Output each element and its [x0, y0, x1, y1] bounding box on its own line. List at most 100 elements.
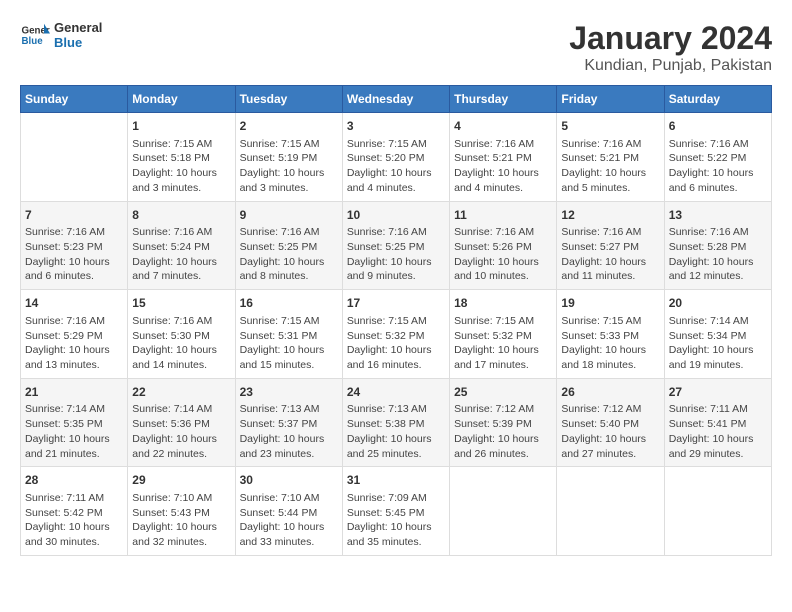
day-cell: 17 Sunrise: 7:15 AMSunset: 5:32 PMDayligh… — [342, 290, 449, 379]
day-cell: 18Sunrise: 7:15 AMSunset: 5:32 PMDayligh… — [450, 290, 557, 379]
header-cell-thursday: Thursday — [450, 86, 557, 113]
title-block: January 2024 Kundian, Punjab, Pakistan — [569, 20, 772, 75]
day-cell: 26Sunrise: 7:12 AMSunset: 5:40 PMDayligh… — [557, 378, 664, 467]
day-cell — [557, 467, 664, 556]
day-number: 28 — [25, 472, 123, 489]
day-cell — [450, 467, 557, 556]
day-info: Sunrise: 7:16 AMSunset: 5:25 PMDaylight:… — [240, 225, 338, 284]
day-number: 10 — [347, 207, 445, 224]
day-number: 1 — [132, 118, 230, 135]
day-info: Sunrise: 7:15 AMSunset: 5:31 PMDaylight:… — [240, 314, 338, 373]
header-cell-friday: Friday — [557, 86, 664, 113]
day-cell — [664, 467, 771, 556]
day-number: 17 — [347, 295, 445, 312]
day-number: 11 — [454, 207, 552, 224]
day-info: Sunrise: 7:11 AMSunset: 5:42 PMDaylight:… — [25, 491, 123, 550]
day-number: 30 — [240, 472, 338, 489]
day-cell: 4 Sunrise: 7:16 AMSunset: 5:21 PMDaylight… — [450, 113, 557, 202]
day-number: 7 — [25, 207, 123, 224]
day-cell: 14 Sunrise: 7:16 AMSunset: 5:29 PMDayligh… — [21, 290, 128, 379]
day-cell: 2Sunrise: 7:15 AMSunset: 5:19 PMDaylight… — [235, 113, 342, 202]
day-number: 13 — [669, 207, 767, 224]
day-number: 12 — [561, 207, 659, 224]
week-row-3: 14 Sunrise: 7:16 AMSunset: 5:29 PMDayligh… — [21, 290, 772, 379]
day-cell: 24Sunrise: 7:13 AMSunset: 5:38 PMDayligh… — [342, 378, 449, 467]
day-number: 23 — [240, 384, 338, 401]
day-info: Sunrise: 7:16 AMSunset: 5:21 PMDaylight:… — [454, 137, 552, 196]
day-number: 3 — [347, 118, 445, 135]
day-info: Sunrise: 7:16 AMSunset: 5:30 PMDaylight:… — [132, 314, 230, 373]
day-info: Sunrise: 7:13 AMSunset: 5:37 PMDaylight:… — [240, 402, 338, 461]
day-cell: 9Sunrise: 7:16 AMSunset: 5:25 PMDaylight… — [235, 201, 342, 290]
day-number: 21 — [25, 384, 123, 401]
day-number: 14 — [25, 295, 123, 312]
day-info: Sunrise: 7:14 AMSunset: 5:34 PMDaylight:… — [669, 314, 767, 373]
day-info: Sunrise: 7:10 AMSunset: 5:44 PMDaylight:… — [240, 491, 338, 550]
day-number: 25 — [454, 384, 552, 401]
day-cell: 13Sunrise: 7:16 AMSunset: 5:28 PMDayligh… — [664, 201, 771, 290]
day-cell: 28 Sunrise: 7:11 AMSunset: 5:42 PMDayligh… — [21, 467, 128, 556]
day-info: Sunrise: 7:16 AMSunset: 5:28 PMDaylight:… — [669, 225, 767, 284]
day-cell — [21, 113, 128, 202]
day-cell: 30 Sunrise: 7:10 AMSunset: 5:44 PMDayligh… — [235, 467, 342, 556]
day-cell: 7Sunrise: 7:16 AMSunset: 5:23 PMDaylight… — [21, 201, 128, 290]
page-title: January 2024 — [569, 20, 772, 57]
day-cell: 15 Sunrise: 7:16 AMSunset: 5:30 PMDayligh… — [128, 290, 235, 379]
day-info: Sunrise: 7:16 AMSunset: 5:29 PMDaylight:… — [25, 314, 123, 373]
day-number: 29 — [132, 472, 230, 489]
day-cell: 3Sunrise: 7:15 AMSunset: 5:20 PMDaylight… — [342, 113, 449, 202]
day-number: 15 — [132, 295, 230, 312]
day-cell: 23Sunrise: 7:13 AMSunset: 5:37 PMDayligh… — [235, 378, 342, 467]
header-cell-monday: Monday — [128, 86, 235, 113]
day-cell: 31Sunrise: 7:09 AMSunset: 5:45 PMDayligh… — [342, 467, 449, 556]
logo-general: General — [54, 20, 102, 35]
day-cell: 1 Sunrise: 7:15 AMSunset: 5:18 PMDaylight… — [128, 113, 235, 202]
day-info: Sunrise: 7:16 AMSunset: 5:21 PMDaylight:… — [561, 137, 659, 196]
header-cell-saturday: Saturday — [664, 86, 771, 113]
day-info: Sunrise: 7:10 AMSunset: 5:43 PMDaylight:… — [132, 491, 230, 550]
day-number: 22 — [132, 384, 230, 401]
header-cell-tuesday: Tuesday — [235, 86, 342, 113]
page-header: General Blue General Blue January 2024 K… — [20, 20, 772, 75]
header-cell-wednesday: Wednesday — [342, 86, 449, 113]
day-cell: 16 Sunrise: 7:15 AMSunset: 5:31 PMDayligh… — [235, 290, 342, 379]
day-info: Sunrise: 7:15 AMSunset: 5:32 PMDaylight:… — [347, 314, 445, 373]
week-row-4: 21Sunrise: 7:14 AMSunset: 5:35 PMDayligh… — [21, 378, 772, 467]
day-info: Sunrise: 7:16 AMSunset: 5:24 PMDaylight:… — [132, 225, 230, 284]
day-number: 4 — [454, 118, 552, 135]
day-number: 31 — [347, 472, 445, 489]
day-info: Sunrise: 7:14 AMSunset: 5:35 PMDaylight:… — [25, 402, 123, 461]
day-info: Sunrise: 7:12 AMSunset: 5:39 PMDaylight:… — [454, 402, 552, 461]
header-cell-sunday: Sunday — [21, 86, 128, 113]
day-cell: 20 Sunrise: 7:14 AMSunset: 5:34 PMDayligh… — [664, 290, 771, 379]
day-info: Sunrise: 7:15 AMSunset: 5:32 PMDaylight:… — [454, 314, 552, 373]
week-row-2: 7Sunrise: 7:16 AMSunset: 5:23 PMDaylight… — [21, 201, 772, 290]
day-cell: 12Sunrise: 7:16 AMSunset: 5:27 PMDayligh… — [557, 201, 664, 290]
week-row-1: 1 Sunrise: 7:15 AMSunset: 5:18 PMDaylight… — [21, 113, 772, 202]
day-cell: 25Sunrise: 7:12 AMSunset: 5:39 PMDayligh… — [450, 378, 557, 467]
day-info: Sunrise: 7:13 AMSunset: 5:38 PMDaylight:… — [347, 402, 445, 461]
day-cell: 27Sunrise: 7:11 AMSunset: 5:41 PMDayligh… — [664, 378, 771, 467]
svg-text:Blue: Blue — [22, 36, 44, 47]
day-cell: 6Sunrise: 7:16 AMSunset: 5:22 PMDaylight… — [664, 113, 771, 202]
day-info: Sunrise: 7:11 AMSunset: 5:41 PMDaylight:… — [669, 402, 767, 461]
day-cell: 22Sunrise: 7:14 AMSunset: 5:36 PMDayligh… — [128, 378, 235, 467]
day-number: 27 — [669, 384, 767, 401]
day-cell: 11Sunrise: 7:16 AMSunset: 5:26 PMDayligh… — [450, 201, 557, 290]
day-info: Sunrise: 7:15 AMSunset: 5:33 PMDaylight:… — [561, 314, 659, 373]
calendar-table: SundayMondayTuesdayWednesdayThursdayFrid… — [20, 85, 772, 556]
day-info: Sunrise: 7:15 AMSunset: 5:18 PMDaylight:… — [132, 137, 230, 196]
day-info: Sunrise: 7:15 AMSunset: 5:19 PMDaylight:… — [240, 137, 338, 196]
day-cell: 10Sunrise: 7:16 AMSunset: 5:25 PMDayligh… — [342, 201, 449, 290]
day-cell: 5 Sunrise: 7:16 AMSunset: 5:21 PMDaylight… — [557, 113, 664, 202]
week-row-5: 28 Sunrise: 7:11 AMSunset: 5:42 PMDayligh… — [21, 467, 772, 556]
day-info: Sunrise: 7:16 AMSunset: 5:27 PMDaylight:… — [561, 225, 659, 284]
logo-icon: General Blue — [20, 20, 50, 50]
logo: General Blue General Blue — [20, 20, 102, 50]
day-number: 16 — [240, 295, 338, 312]
day-number: 24 — [347, 384, 445, 401]
day-number: 6 — [669, 118, 767, 135]
day-number: 5 — [561, 118, 659, 135]
day-number: 20 — [669, 295, 767, 312]
header-row: SundayMondayTuesdayWednesdayThursdayFrid… — [21, 86, 772, 113]
